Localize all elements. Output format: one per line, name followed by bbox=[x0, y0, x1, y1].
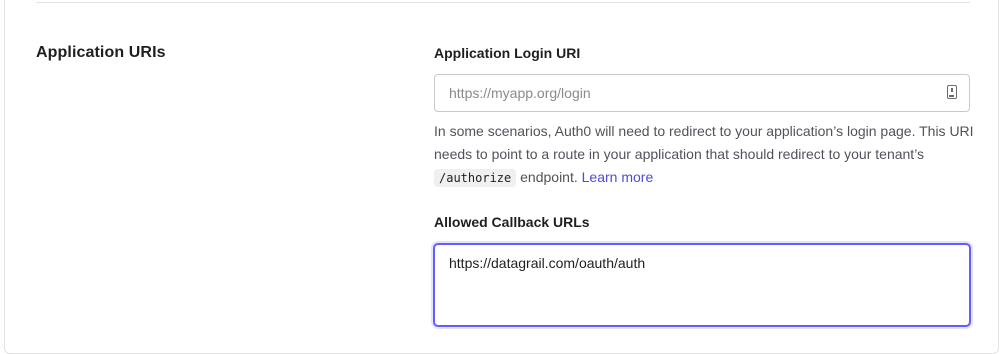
callback-urls-field[interactable]: https://datagrail.com/oauth/auth bbox=[433, 243, 971, 327]
callback-urls-input[interactable]: https://datagrail.com/oauth/auth bbox=[449, 255, 949, 315]
callback-urls-label: Allowed Callback URLs bbox=[434, 214, 590, 230]
section-title: Application URIs bbox=[36, 44, 166, 61]
section-divider bbox=[36, 2, 970, 3]
help-text-after: endpoint. bbox=[516, 169, 582, 185]
login-uri-input[interactable] bbox=[449, 75, 929, 111]
clipboard-icon[interactable] bbox=[947, 85, 957, 99]
login-uri-label: Application Login URI bbox=[434, 45, 581, 61]
login-uri-help: In some scenarios, Auth0 will need to re… bbox=[434, 120, 974, 190]
login-uri-field[interactable] bbox=[434, 74, 970, 112]
help-text-before: In some scenarios, Auth0 will need to re… bbox=[434, 123, 974, 162]
learn-more-link[interactable]: Learn more bbox=[582, 169, 654, 185]
authorize-code: /authorize bbox=[434, 169, 517, 187]
